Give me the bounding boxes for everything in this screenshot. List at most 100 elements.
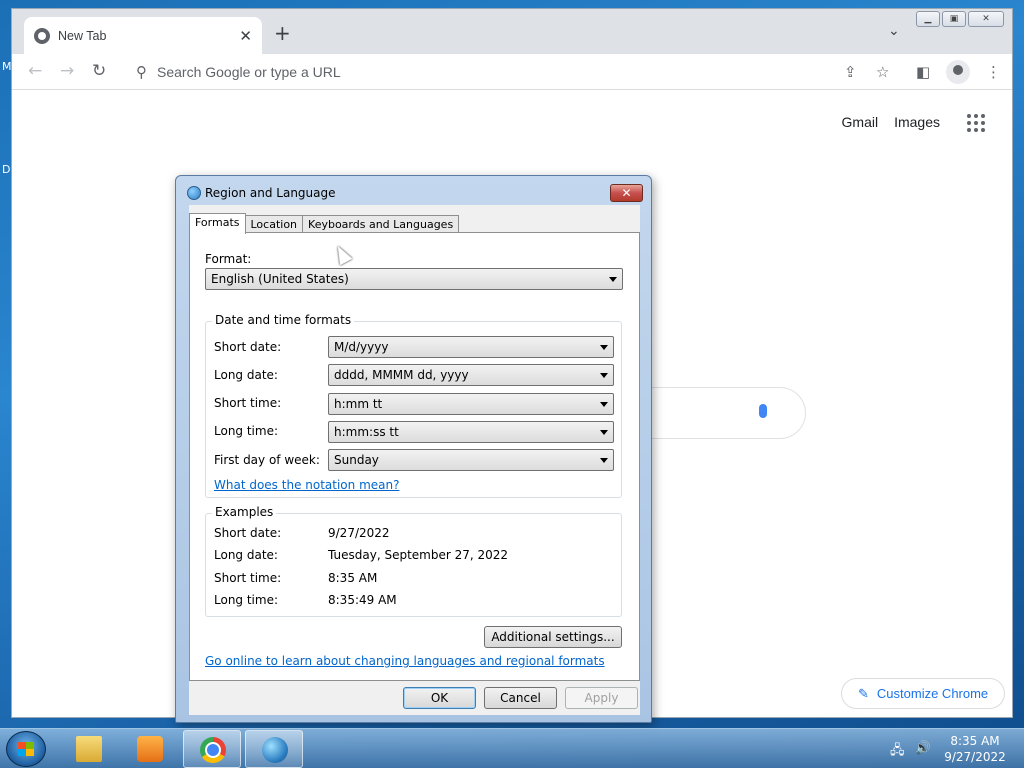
first-day-label: First day of week: xyxy=(214,453,320,467)
top-links: Gmail Images xyxy=(842,114,940,130)
volume-icon[interactable]: 🔊 xyxy=(915,741,931,763)
tab-keyboards-languages[interactable]: Keyboards and Languages xyxy=(302,215,460,233)
region-language-dialog: Region and Language ✕ Formats Location K… xyxy=(175,175,652,723)
short-date-value: M/d/yyyy xyxy=(334,340,389,354)
side-panel-icon[interactable]: ◧ xyxy=(916,63,930,81)
online-learn-link[interactable]: Go online to learn about changing langua… xyxy=(205,654,605,668)
first-day-dropdown[interactable]: Sunday xyxy=(328,449,614,471)
globe-icon xyxy=(187,186,201,200)
first-day-value: Sunday xyxy=(334,453,379,467)
chrome-favicon-icon xyxy=(34,27,50,44)
examples-title: Examples xyxy=(212,505,277,519)
taskbar-media-player[interactable] xyxy=(121,730,179,768)
tab-title: New Tab xyxy=(58,28,107,43)
dialog-body: Formats Location Keyboards and Languages… xyxy=(189,205,640,715)
share-icon[interactable]: ⇪ xyxy=(844,63,857,81)
close-window-button[interactable]: ✕ xyxy=(968,11,1004,27)
long-time-value: h:mm:ss tt xyxy=(334,425,399,439)
date-time-formats-group: Date and time formats Short date: M/d/yy… xyxy=(205,313,622,498)
tab-search-chevron-icon[interactable]: ⌄ xyxy=(888,23,900,39)
globe-clock-icon xyxy=(262,737,288,763)
example-value: 8:35 AM xyxy=(328,571,378,585)
example-value: 9/27/2022 xyxy=(328,526,390,540)
additional-settings-button[interactable]: Additional settings... xyxy=(484,626,622,648)
long-date-label: Long date: xyxy=(214,368,278,382)
back-icon[interactable]: ← xyxy=(28,61,42,81)
long-time-dropdown[interactable]: h:mm:ss tt xyxy=(328,421,614,443)
tab-location[interactable]: Location xyxy=(244,215,304,233)
folder-icon xyxy=(76,736,102,762)
group-title: Date and time formats xyxy=(212,313,355,327)
taskbar: 🖧 🔊 8:35 AM 9/27/2022 xyxy=(0,728,1024,768)
short-time-value: h:mm tt xyxy=(334,397,383,411)
google-search-box[interactable] xyxy=(632,387,806,439)
pencil-icon: ✎ xyxy=(858,685,869,701)
tab-strip: New Tab ✕ + ⌄ ▁ ▣ ✕ xyxy=(12,9,1012,54)
omnibox[interactable]: ⚲ Search Google or type a URL xyxy=(124,57,894,87)
system-tray: 🖧 🔊 xyxy=(890,741,931,763)
short-date-dropdown[interactable]: M/d/yyyy xyxy=(328,336,614,358)
cancel-button[interactable]: Cancel xyxy=(484,687,557,709)
bookmark-star-icon[interactable]: ☆ xyxy=(876,63,889,81)
media-player-icon xyxy=(137,736,163,762)
long-date-dropdown[interactable]: dddd, MMMM dd, yyyy xyxy=(328,364,614,386)
chevron-down-icon xyxy=(600,458,608,463)
apps-grid-icon[interactable] xyxy=(967,114,985,132)
forward-icon[interactable]: → xyxy=(60,61,74,81)
chrome-icon xyxy=(200,737,226,763)
example-value: Tuesday, September 27, 2022 xyxy=(328,548,509,562)
short-date-label: Short date: xyxy=(214,340,282,354)
example-label: Long date: xyxy=(214,548,278,562)
formats-panel: Format: English (United States) Date and… xyxy=(189,232,640,681)
network-icon[interactable]: 🖧 xyxy=(890,741,905,763)
ok-button[interactable]: OK xyxy=(403,687,476,709)
example-label: Short time: xyxy=(214,571,282,585)
close-tab-icon[interactable]: ✕ xyxy=(239,27,252,45)
examples-group: Examples Short date: 9/27/2022 Long date… xyxy=(205,505,622,617)
gmail-link[interactable]: Gmail xyxy=(842,114,879,130)
short-time-label: Short time: xyxy=(214,396,282,410)
short-time-dropdown[interactable]: h:mm tt xyxy=(328,393,614,415)
start-button[interactable] xyxy=(6,731,46,767)
long-date-value: dddd, MMMM dd, yyyy xyxy=(334,368,469,382)
maximize-button[interactable]: ▣ xyxy=(942,11,966,27)
format-label: Format: xyxy=(205,252,252,266)
chevron-down-icon xyxy=(600,430,608,435)
dialog-close-button[interactable]: ✕ xyxy=(610,184,643,202)
apply-button[interactable]: Apply xyxy=(565,687,638,709)
taskbar-explorer[interactable] xyxy=(60,730,118,768)
toolbar: ← → ↻ ⚲ Search Google or type a URL ⇪ ☆ … xyxy=(12,54,1012,90)
taskbar-chrome[interactable] xyxy=(183,730,241,768)
tab-new-tab[interactable]: New Tab ✕ xyxy=(24,17,262,54)
format-value: English (United States) xyxy=(211,272,349,286)
chevron-down-icon xyxy=(600,402,608,407)
taskbar-region-language[interactable] xyxy=(245,730,303,768)
customize-label: Customize Chrome xyxy=(876,686,989,701)
chevron-down-icon xyxy=(609,277,617,282)
tab-formats[interactable]: Formats xyxy=(189,213,246,234)
menu-kebab-icon[interactable]: ⋮ xyxy=(986,63,1001,81)
customize-chrome-button[interactable]: ✎ Customize Chrome xyxy=(841,678,1005,709)
example-label: Short date: xyxy=(214,526,282,540)
dialog-tabs: Formats Location Keyboards and Languages xyxy=(189,213,460,234)
example-label: Long time: xyxy=(214,593,279,607)
notation-link[interactable]: What does the notation mean? xyxy=(214,478,399,492)
clock-date: 9/27/2022 xyxy=(944,750,1006,764)
format-dropdown[interactable]: English (United States) xyxy=(205,268,623,290)
profile-avatar-icon[interactable] xyxy=(946,60,970,84)
search-icon: ⚲ xyxy=(136,63,147,81)
chevron-down-icon xyxy=(600,345,608,350)
clock[interactable]: 8:35 AM 9/27/2022 xyxy=(935,733,1015,765)
desktop-icon-label: D xyxy=(2,163,11,176)
window-controls: ▁ ▣ ✕ xyxy=(916,11,1004,27)
mic-icon[interactable] xyxy=(759,404,767,418)
example-value: 8:35:49 AM xyxy=(328,593,397,607)
new-tab-button[interactable]: + xyxy=(274,23,291,43)
minimize-button[interactable]: ▁ xyxy=(916,11,940,27)
windows-logo-icon xyxy=(18,742,34,756)
clock-time: 8:35 AM xyxy=(950,734,1000,748)
images-link[interactable]: Images xyxy=(894,114,940,130)
reload-icon[interactable]: ↻ xyxy=(92,61,106,81)
chevron-down-icon xyxy=(600,373,608,378)
long-time-label: Long time: xyxy=(214,424,279,438)
